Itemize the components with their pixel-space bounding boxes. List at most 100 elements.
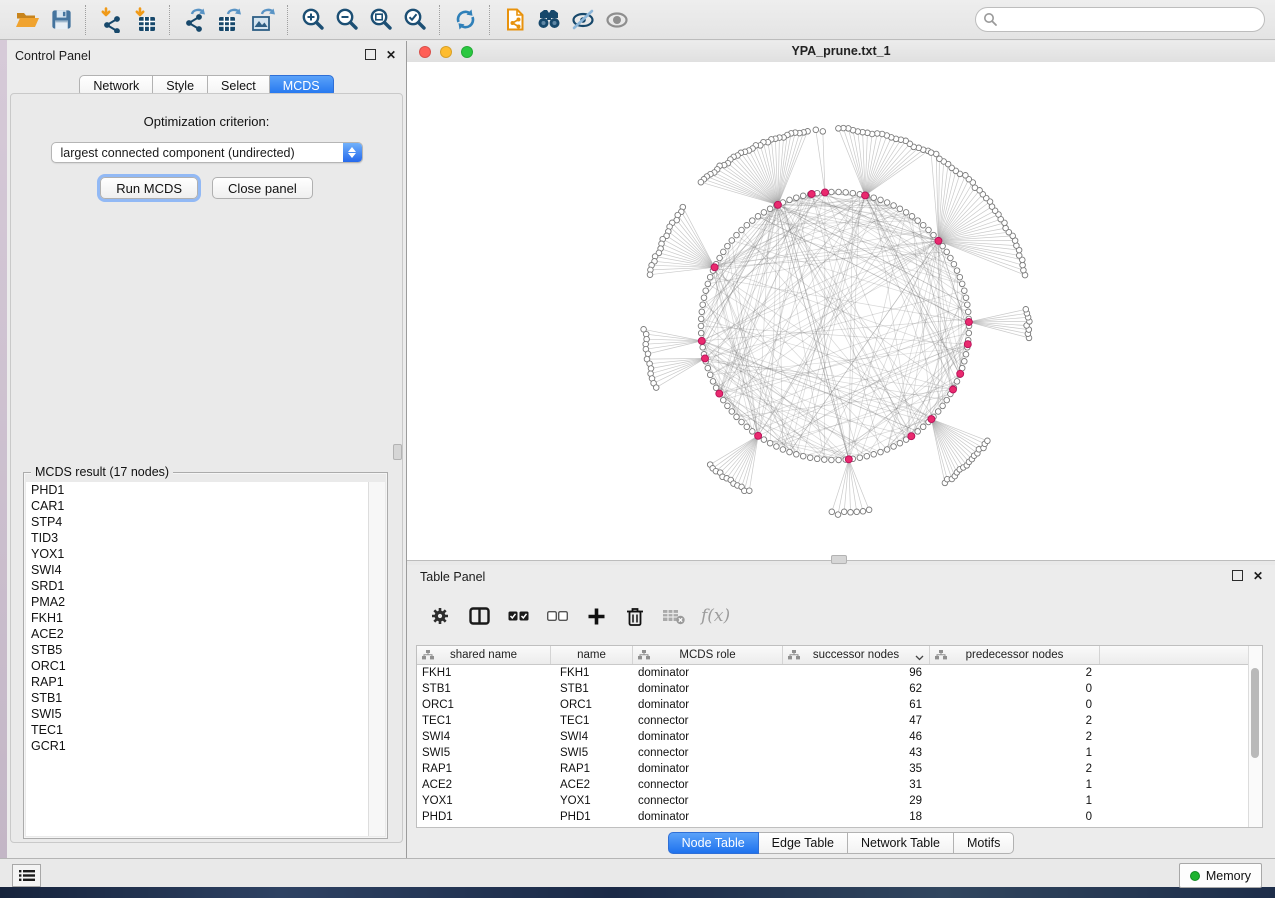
ring-node[interactable] [705, 365, 711, 371]
ring-node[interactable] [963, 352, 969, 358]
mcds-hub-node[interactable] [964, 341, 971, 348]
ring-node[interactable] [920, 222, 926, 228]
leaf-node[interactable] [860, 509, 866, 515]
mcds-hub-node[interactable] [928, 416, 935, 423]
leaf-node[interactable] [854, 509, 860, 515]
network-graph[interactable] [407, 62, 1275, 560]
ring-node[interactable] [739, 419, 745, 425]
ring-node[interactable] [926, 227, 932, 233]
leaf-node[interactable] [963, 173, 969, 179]
ring-node[interactable] [891, 444, 897, 450]
ring-node[interactable] [707, 274, 713, 280]
column-header-successor-nodes[interactable]: successor nodes [783, 646, 930, 664]
ring-node[interactable] [698, 323, 704, 329]
table-row[interactable]: YOX1YOX1connector291 [417, 793, 1262, 809]
select-all-columns-icon[interactable] [506, 604, 530, 628]
ring-node[interactable] [774, 444, 780, 450]
ring-node[interactable] [725, 243, 731, 249]
import-table-icon[interactable] [128, 3, 162, 37]
ring-node[interactable] [857, 455, 863, 461]
ring-node[interactable] [698, 330, 704, 336]
ring-node[interactable] [721, 249, 727, 255]
mcds-hub-node[interactable] [808, 191, 815, 198]
import-network-icon[interactable] [94, 3, 128, 37]
ring-node[interactable] [954, 379, 960, 385]
ring-node[interactable] [761, 210, 767, 216]
ring-node[interactable] [915, 218, 921, 224]
clear-column-selection-icon[interactable] [545, 604, 569, 628]
tab-network-table[interactable]: Network Table [848, 832, 954, 854]
ring-node[interactable] [700, 302, 706, 308]
leaf-node[interactable] [648, 366, 654, 372]
mcds-result-item[interactable]: STB5 [26, 642, 368, 658]
ring-node[interactable] [800, 193, 806, 199]
mcds-hub-node[interactable] [950, 386, 957, 393]
network-search-input[interactable] [975, 7, 1265, 32]
table-row[interactable]: PHD1PHD1dominator180 [417, 809, 1262, 825]
ring-node[interactable] [884, 447, 890, 453]
ring-node[interactable] [920, 424, 926, 430]
table-row[interactable]: SWI4SWI4dominator462 [417, 729, 1262, 745]
mcds-result-item[interactable]: SRD1 [26, 578, 368, 594]
column-header-predecessor-nodes[interactable]: predecessor nodes [930, 646, 1100, 664]
open-file-icon[interactable] [10, 3, 44, 37]
table-row[interactable]: ACE2ACE2connector311 [417, 777, 1262, 793]
ring-node[interactable] [739, 227, 745, 233]
zoom-in-icon[interactable] [296, 3, 330, 37]
add-column-icon[interactable] [584, 604, 608, 628]
export-table-icon[interactable] [212, 3, 246, 37]
mcds-hub-node[interactable] [755, 432, 762, 439]
leaf-node[interactable] [820, 129, 826, 135]
ring-node[interactable] [761, 437, 767, 443]
ring-node[interactable] [829, 189, 835, 195]
zoom-out-icon[interactable] [330, 3, 364, 37]
leaf-node[interactable] [1016, 253, 1022, 259]
ring-node[interactable] [836, 457, 842, 463]
mcds-result-item[interactable]: TID3 [26, 530, 368, 546]
ring-node[interactable] [794, 452, 800, 458]
ring-node[interactable] [717, 255, 723, 261]
table-scrollbar[interactable] [1248, 646, 1262, 827]
tab-node-table[interactable]: Node Table [668, 832, 759, 854]
leaf-node[interactable] [1003, 225, 1009, 231]
ring-node[interactable] [940, 243, 946, 249]
zoom-fit-icon[interactable] [364, 3, 398, 37]
mcds-result-item[interactable]: STB1 [26, 690, 368, 706]
mcds-hub-node[interactable] [716, 390, 723, 397]
leaf-node[interactable] [747, 488, 753, 494]
mcds-hub-node[interactable] [698, 337, 705, 344]
ring-node[interactable] [703, 288, 709, 294]
ring-node[interactable] [884, 200, 890, 206]
ring-node[interactable] [965, 309, 971, 315]
table-row[interactable]: TEC1TEC1connector472 [417, 713, 1262, 729]
ring-node[interactable] [965, 302, 971, 308]
column-header-name[interactable]: name [551, 646, 633, 664]
mcds-result-item[interactable]: STP4 [26, 514, 368, 530]
ring-node[interactable] [963, 295, 969, 301]
column-header-shared-name[interactable]: shared name [417, 646, 551, 664]
ring-node[interactable] [794, 195, 800, 201]
table-row[interactable]: SWI5SWI5connector431 [417, 745, 1262, 761]
close-panel-icon[interactable]: ✕ [386, 50, 396, 60]
split-columns-icon[interactable] [467, 604, 491, 628]
mcds-hub-node[interactable] [774, 201, 781, 208]
mcds-hub-node[interactable] [908, 433, 915, 440]
table-row[interactable]: ORC1ORC1dominator610 [417, 697, 1262, 713]
ring-node[interactable] [909, 214, 915, 220]
show-graphics-details-icon[interactable] [600, 3, 634, 37]
ring-node[interactable] [787, 197, 793, 203]
close-table-panel-icon[interactable]: ✕ [1253, 571, 1263, 581]
zoom-selected-icon[interactable] [398, 3, 432, 37]
mcds-result-item[interactable]: YOX1 [26, 546, 368, 562]
mcds-result-item[interactable]: ORC1 [26, 658, 368, 674]
ring-node[interactable] [707, 372, 713, 378]
tab-edge-table[interactable]: Edge Table [759, 832, 848, 854]
leaf-node[interactable] [866, 507, 872, 513]
ring-node[interactable] [734, 232, 740, 238]
mcds-hub-node[interactable] [862, 192, 869, 199]
table-row[interactable]: RAP1RAP1dominator352 [417, 761, 1262, 777]
ring-node[interactable] [729, 238, 735, 244]
ring-node[interactable] [836, 189, 842, 195]
tab-motifs[interactable]: Motifs [954, 832, 1014, 854]
ring-node[interactable] [734, 414, 740, 420]
